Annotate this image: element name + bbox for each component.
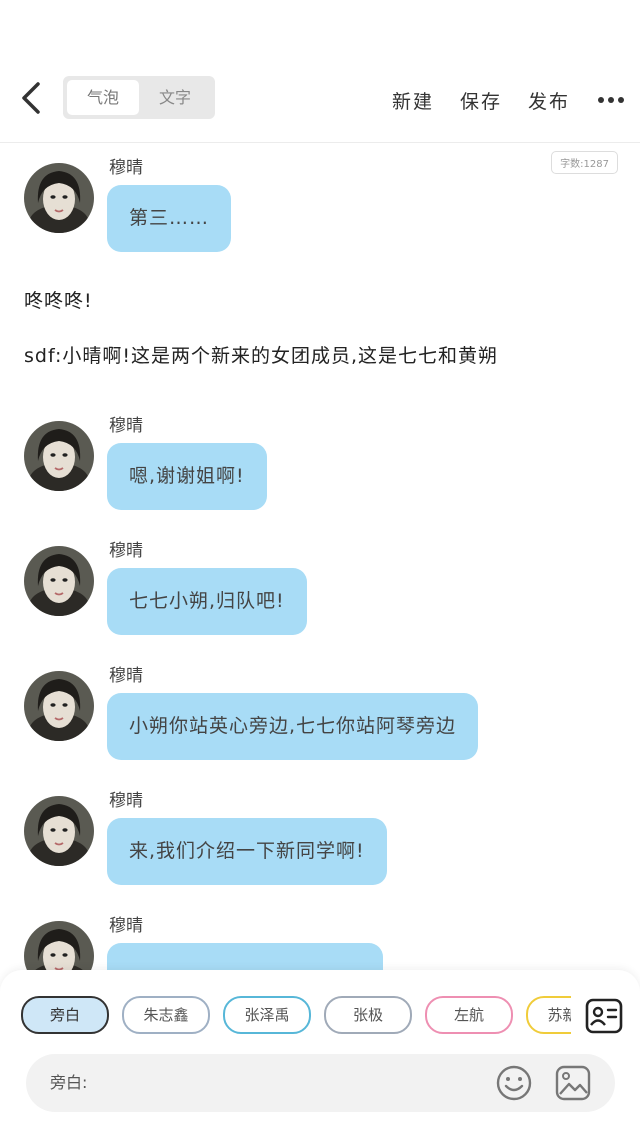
tab-bubble[interactable]: 气泡 (67, 80, 139, 115)
composer-panel: 旁白朱志鑫张泽禹张极左航苏新皓 旁白: (0, 970, 640, 1138)
sender-name: 穆晴 (109, 791, 143, 811)
message-input-bar: 旁白: (26, 1054, 615, 1112)
chat-bubble[interactable]: 七七小朔,归队吧! (107, 568, 307, 635)
message-input[interactable] (96, 1066, 500, 1102)
sender-name: 穆晴 (109, 666, 143, 686)
avatar[interactable] (24, 546, 94, 616)
new-button[interactable]: 新建 (392, 87, 434, 114)
more-icon[interactable] (596, 90, 626, 110)
emoji-icon[interactable] (495, 1064, 533, 1102)
narration-text[interactable]: sdf:小晴啊!这是两个新来的女团成员,这是七七和黄朔 (24, 343, 599, 370)
chat-bubble[interactable]: 嗯,谢谢姐啊! (107, 443, 267, 510)
role-chip[interactable]: 左航 (425, 996, 513, 1034)
chat-area[interactable]: 穆晴 第三…… 咚咚咚! sdf:小晴啊!这是两个新来的女团成员,这是七七和黄朔… (0, 143, 640, 970)
header-actions: 新建 保存 发布 (366, 80, 626, 120)
avatar[interactable] (24, 421, 94, 491)
avatar[interactable] (24, 163, 94, 233)
narration-text[interactable]: 咚咚咚! (24, 288, 93, 315)
contact-card-icon[interactable] (584, 996, 624, 1036)
role-chip[interactable]: 张泽禹 (223, 996, 311, 1034)
role-chip[interactable]: 朱志鑫 (122, 996, 210, 1034)
publish-button[interactable]: 发布 (528, 87, 570, 114)
tab-text[interactable]: 文字 (139, 80, 211, 115)
chat-bubble[interactable]: 第三…… (107, 185, 232, 252)
avatar[interactable] (24, 921, 94, 970)
role-chip[interactable]: 苏新皓 (526, 996, 571, 1034)
sender-name: 穆晴 (109, 916, 143, 936)
sender-name: 穆晴 (109, 541, 143, 561)
top-bar: 气泡 文字 新建 保存 发布 (0, 60, 640, 143)
avatar[interactable] (24, 796, 94, 866)
image-icon[interactable] (554, 1064, 592, 1102)
sender-name: 穆晴 (109, 158, 143, 178)
input-role-label: 旁白: (50, 1073, 88, 1092)
avatar[interactable] (24, 671, 94, 741)
mode-toggle: 气泡 文字 (63, 76, 215, 119)
back-icon[interactable] (14, 78, 50, 118)
sender-name: 穆晴 (109, 416, 143, 436)
chat-bubble[interactable] (107, 943, 383, 970)
save-button[interactable]: 保存 (460, 87, 502, 114)
chat-bubble[interactable]: 来,我们介绍一下新同学啊! (107, 818, 387, 885)
role-chip[interactable]: 张极 (324, 996, 412, 1034)
role-chip[interactable]: 旁白 (21, 996, 109, 1034)
role-selector: 旁白朱志鑫张泽禹张极左航苏新皓 (21, 996, 571, 1036)
chat-bubble[interactable]: 小朔你站英心旁边,七七你站阿琴旁边 (107, 693, 479, 760)
